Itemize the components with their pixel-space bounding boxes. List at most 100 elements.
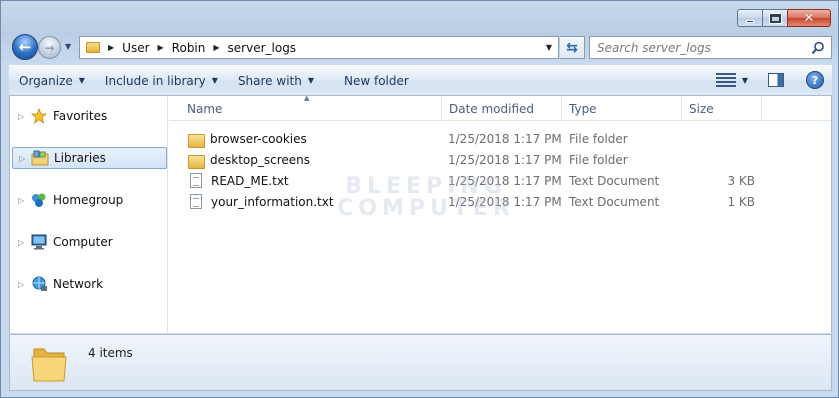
file-type: Text Document bbox=[569, 194, 660, 209]
search-icon[interactable] bbox=[811, 41, 825, 55]
share-with-label: Share with bbox=[237, 73, 302, 88]
explorer-window: ✕ ← → ▼ ▶ User ▶ Robin ▶ server_logs ▼ ⇆… bbox=[0, 0, 839, 398]
star-icon bbox=[30, 108, 48, 124]
file-date: 1/25/2018 1:17 PM bbox=[448, 152, 562, 167]
details-pane: 4 items bbox=[9, 334, 832, 391]
refresh-icon: ⇆ bbox=[566, 39, 578, 56]
file-name-cell: your_information.txt bbox=[188, 191, 438, 212]
help-icon[interactable]: ? bbox=[806, 71, 824, 89]
nav-label-homegroup: Homegroup bbox=[53, 193, 124, 207]
toolbar-right: ▼ ? bbox=[715, 71, 824, 89]
address-bar[interactable]: ▶ User ▶ Robin ▶ server_logs ▼ bbox=[79, 36, 559, 59]
file-type: File folder bbox=[569, 152, 628, 167]
column-date-modified[interactable]: Date modified bbox=[442, 96, 562, 121]
maximize-button[interactable] bbox=[762, 9, 788, 27]
back-arrow-icon: ← bbox=[18, 38, 32, 56]
file-type: Text Document bbox=[569, 173, 660, 188]
main-content: ▷ Favorites ▷ Libraries ▷ Homegroup ▷ Co… bbox=[9, 94, 832, 333]
change-view-icon[interactable] bbox=[715, 73, 736, 87]
chevron-down-icon: ▼ bbox=[78, 76, 85, 85]
file-size: 3 KB bbox=[727, 173, 755, 188]
breadcrumb-separator-icon[interactable]: ▶ bbox=[213, 43, 219, 52]
column-name[interactable]: Name bbox=[180, 96, 442, 121]
expand-arrow-icon[interactable]: ▷ bbox=[18, 196, 30, 205]
preview-pane-icon[interactable] bbox=[768, 73, 784, 87]
nav-label-libraries: Libraries bbox=[54, 151, 106, 165]
close-button[interactable]: ✕ bbox=[787, 9, 831, 27]
refresh-button[interactable]: ⇆ bbox=[560, 36, 585, 59]
minimize-icon bbox=[746, 19, 754, 23]
expand-arrow-icon[interactable]: ▷ bbox=[18, 112, 30, 121]
search-input[interactable] bbox=[597, 40, 807, 55]
address-history-dropdown[interactable]: ▼ bbox=[546, 43, 552, 52]
file-size bbox=[689, 149, 755, 170]
organize-label: Organize bbox=[19, 73, 73, 88]
share-with-menu[interactable]: Share with ▼ bbox=[228, 66, 324, 95]
minimize-button[interactable] bbox=[737, 9, 763, 27]
file-row[interactable]: browser-cookies 1/25/2018 1:17 PM File f… bbox=[169, 128, 831, 149]
file-name-cell: desktop_screens bbox=[188, 149, 438, 170]
file-list: ▲ Name Date modified Type Size browser-c… bbox=[169, 94, 831, 333]
folder-icon bbox=[188, 153, 205, 169]
network-icon bbox=[30, 276, 48, 292]
expand-arrow-icon[interactable]: ▷ bbox=[18, 238, 30, 247]
chevron-down-icon: ▼ bbox=[307, 76, 314, 85]
folder-icon bbox=[31, 348, 67, 382]
close-icon: ✕ bbox=[803, 10, 815, 26]
text-document-icon bbox=[190, 173, 202, 188]
file-name: your_information.txt bbox=[211, 194, 334, 209]
text-document-icon bbox=[190, 194, 202, 209]
nav-label-network: Network bbox=[53, 277, 104, 291]
breadcrumb-separator-icon[interactable]: ▶ bbox=[108, 43, 114, 52]
file-name: desktop_screens bbox=[210, 152, 311, 167]
file-size bbox=[689, 128, 755, 149]
forward-button[interactable]: → bbox=[38, 36, 61, 59]
expand-arrow-icon[interactable]: ▷ bbox=[18, 280, 30, 289]
include-in-library-menu[interactable]: Include in library ▼ bbox=[95, 66, 228, 95]
file-name: READ_ME.txt bbox=[211, 173, 289, 188]
column-header-row: ▲ Name Date modified Type Size bbox=[169, 94, 831, 121]
nav-label-computer: Computer bbox=[53, 235, 113, 249]
file-row[interactable]: READ_ME.txt 1/25/2018 1:17 PM Text Docum… bbox=[169, 170, 831, 191]
nav-item-computer[interactable]: ▷ Computer bbox=[10, 231, 168, 253]
file-name-cell: READ_ME.txt bbox=[188, 170, 438, 191]
maximize-icon bbox=[768, 12, 782, 24]
view-options-dropdown[interactable]: ▼ bbox=[742, 76, 748, 85]
column-size[interactable]: Size bbox=[682, 96, 762, 121]
include-in-library-label: Include in library bbox=[104, 73, 206, 88]
file-date: 1/25/2018 1:17 PM bbox=[448, 131, 562, 146]
forward-arrow-icon: → bbox=[44, 40, 55, 55]
nav-item-network[interactable]: ▷ Network bbox=[10, 273, 168, 295]
navigation-pane: ▷ Favorites ▷ Libraries ▷ Homegroup ▷ Co… bbox=[10, 96, 168, 333]
file-name: browser-cookies bbox=[210, 131, 307, 146]
folder-icon bbox=[86, 42, 100, 53]
breadcrumb-server-logs[interactable]: server_logs bbox=[228, 41, 297, 55]
homegroup-icon bbox=[30, 192, 48, 208]
chevron-down-icon: ▼ bbox=[211, 76, 218, 85]
breadcrumb-separator-icon[interactable]: ▶ bbox=[158, 43, 164, 52]
file-row[interactable]: your_information.txt 1/25/2018 1:17 PM T… bbox=[169, 191, 831, 212]
nav-label-favorites: Favorites bbox=[53, 109, 108, 123]
recent-pages-button[interactable]: ▼ bbox=[65, 42, 71, 51]
breadcrumb-robin[interactable]: Robin bbox=[172, 41, 206, 55]
nav-item-libraries[interactable]: ▷ Libraries bbox=[12, 147, 167, 169]
caption-buttons: ✕ bbox=[737, 9, 831, 27]
file-name-cell: browser-cookies bbox=[188, 128, 438, 149]
column-type[interactable]: Type bbox=[562, 96, 682, 121]
file-date: 1/25/2018 1:17 PM bbox=[448, 173, 562, 188]
folder-icon bbox=[188, 132, 205, 148]
navigation-bar: ← → ▼ ▶ User ▶ Robin ▶ server_logs ▼ ⇆ bbox=[9, 33, 835, 61]
expand-arrow-icon[interactable]: ▷ bbox=[19, 154, 31, 163]
breadcrumb-user[interactable]: User bbox=[122, 41, 149, 55]
search-box[interactable] bbox=[589, 36, 832, 59]
file-type: File folder bbox=[569, 131, 628, 146]
file-row[interactable]: desktop_screens 1/25/2018 1:17 PM File f… bbox=[169, 149, 831, 170]
nav-item-favorites[interactable]: ▷ Favorites bbox=[10, 105, 168, 127]
libraries-icon bbox=[31, 150, 49, 166]
nav-item-homegroup[interactable]: ▷ Homegroup bbox=[10, 189, 168, 211]
item-count: 4 items bbox=[88, 346, 133, 360]
back-button[interactable]: ← bbox=[12, 34, 38, 60]
file-date: 1/25/2018 1:17 PM bbox=[448, 194, 562, 209]
new-folder-button[interactable]: New folder bbox=[324, 66, 419, 95]
organize-menu[interactable]: Organize ▼ bbox=[9, 66, 95, 95]
